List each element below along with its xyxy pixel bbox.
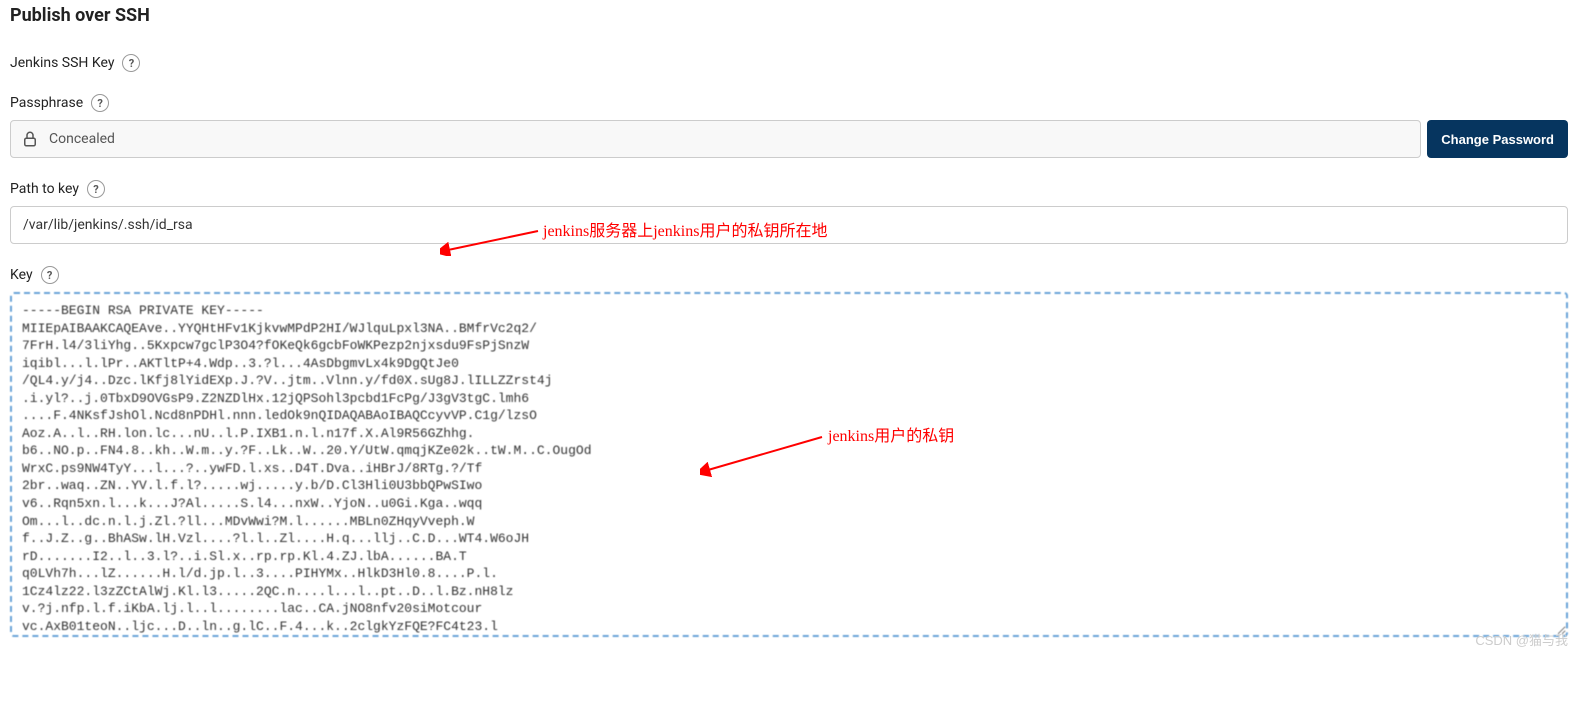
help-icon[interactable]: ? (91, 94, 109, 112)
path-to-key-label: Path to key (10, 181, 79, 197)
key-textarea[interactable] (10, 292, 1568, 637)
path-to-key-input[interactable] (10, 206, 1568, 244)
jenkins-ssh-key-label: Jenkins SSH Key (10, 55, 114, 71)
passphrase-label: Passphrase (10, 95, 83, 111)
watermark: CSDN @猫与我 (1475, 630, 1568, 649)
passphrase-concealed-box: Concealed (10, 120, 1421, 158)
help-icon[interactable]: ? (87, 180, 105, 198)
lock-icon (11, 130, 49, 148)
change-password-button[interactable]: Change Password (1427, 120, 1568, 158)
passphrase-concealed-text: Concealed (49, 131, 115, 147)
key-label: Key (10, 267, 33, 283)
help-icon[interactable]: ? (122, 54, 140, 72)
section-title: Publish over SSH (10, 5, 1568, 26)
help-icon[interactable]: ? (41, 266, 59, 284)
